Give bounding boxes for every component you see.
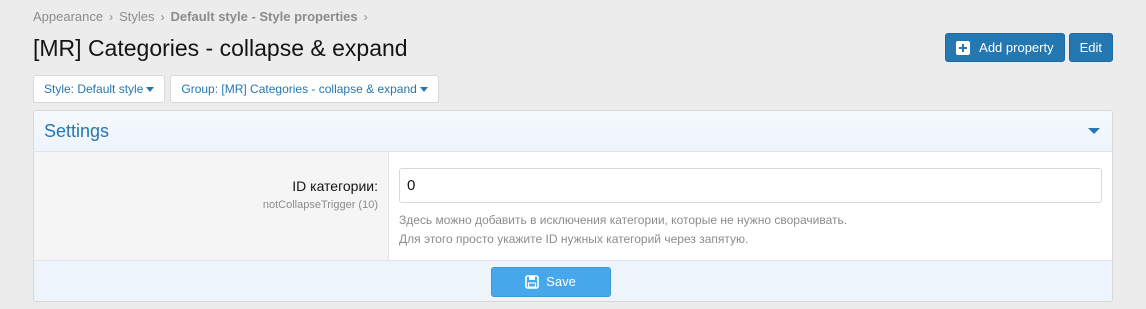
caret-down-icon [419,86,428,92]
page-actions: Add property Edit [945,33,1113,62]
caret-down-icon [146,86,155,92]
style-filter-label: Style: Default style [44,82,144,96]
save-label: Save [546,274,576,289]
form-submit-row: Save [34,261,1112,301]
form-row-category-id: ID категории: notCollapseTrigger (10) Зд… [34,152,1112,261]
save-button[interactable]: Save [490,266,611,297]
collapse-toggle-icon[interactable] [1088,128,1100,134]
explain-line-2: Для этого просто укажите ID нужных катег… [399,232,749,246]
group-filter-label: Group: [MR] Categories - collapse & expa… [181,82,417,96]
field-explain: Здесь можно добавить в исключения катего… [399,211,1102,249]
settings-header[interactable]: Settings [34,111,1112,152]
style-filter-dropdown[interactable]: Style: Default style [33,75,166,103]
add-property-label: Add property [979,40,1054,55]
breadcrumb-appearance[interactable]: Appearance [33,9,103,24]
field-property-hint: notCollapseTrigger (10) [262,199,378,211]
form-label-cell: ID категории: notCollapseTrigger (10) [34,152,389,260]
group-filter-dropdown[interactable]: Group: [MR] Categories - collapse & expa… [170,75,439,103]
explain-line-1: Здесь можно добавить в исключения катего… [399,213,848,227]
breadcrumb-separator: › [363,9,368,24]
floppy-disk-icon [525,274,539,289]
category-id-input[interactable] [399,168,1102,203]
edit-label: Edit [1079,40,1102,55]
form-input-cell: Здесь можно добавить в исключения катего… [389,152,1112,260]
page-title: [MR] Categories - collapse & expand [33,35,408,61]
plus-square-icon [956,40,971,55]
edit-button[interactable]: Edit [1068,33,1113,62]
breadcrumb: Appearance › Styles › Default style - St… [33,9,374,24]
filter-bar: Style: Default style Group: [MR] Categor… [33,75,439,103]
breadcrumb-separator: › [109,9,114,24]
settings-title: Settings [44,120,110,141]
breadcrumb-separator: › [160,9,165,24]
settings-block: Settings ID категории: notCollapseTrigge… [33,110,1113,302]
breadcrumb-style-properties[interactable]: Default style - Style properties [171,9,358,24]
breadcrumb-styles[interactable]: Styles [119,9,154,24]
field-label: ID категории: [292,178,378,194]
add-property-button[interactable]: Add property [945,33,1065,62]
